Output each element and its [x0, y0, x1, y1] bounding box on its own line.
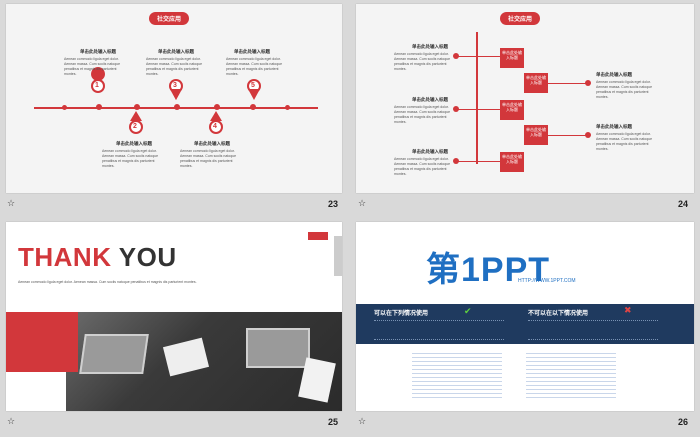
star-icon[interactable]: ☆: [7, 199, 15, 209]
star-icon[interactable]: ☆: [7, 417, 15, 427]
tree-branch: [548, 135, 588, 136]
tree-trunk: [476, 32, 478, 164]
tree-node-dot: [585, 132, 591, 138]
tree-heading: 单击此处输入标题: [596, 124, 632, 129]
thank-you-body: Aenean commodo ligula eget dolor. Aenean…: [18, 280, 197, 284]
timeline-body: Aenean commodo ligula eget dolor. Aenean…: [226, 57, 283, 76]
tree-box: 单击此处输入标题: [500, 48, 524, 68]
tree-branch: [456, 161, 500, 162]
cross-icon: ✖: [624, 305, 632, 315]
check-icon: ✔: [464, 306, 472, 316]
tree-box: 单击此处输入标题: [500, 152, 524, 172]
timeline-heading: 单击此处输入标题: [158, 49, 194, 54]
tree-body: Aenean commodo ligula eget dolor. Aenean…: [394, 157, 451, 176]
tree-node-dot: [585, 80, 591, 86]
cannot-use-lines: [528, 320, 658, 340]
tree-heading: 单击此处输入标题: [412, 97, 448, 102]
you-word: YOU: [118, 242, 177, 272]
can-use-lines: [374, 320, 504, 340]
link-table-left: [412, 350, 502, 398]
notebook-icon: [162, 337, 210, 377]
tree-body: Aenean commodo ligula eget dolor. Aenean…: [596, 132, 653, 151]
tree-branch: [456, 56, 500, 57]
tree-node-dot: [453, 106, 459, 112]
marker-label-3: 3: [173, 82, 177, 89]
grey-block: [334, 236, 342, 276]
laptop-icon: [246, 328, 310, 368]
red-panel: [6, 312, 78, 372]
timeline-body: Aenean commodo ligula eget dolor. Aenean…: [102, 149, 159, 168]
can-use-title: 可以在下列情况使用: [374, 311, 429, 317]
thank-you-title: THANK YOU: [18, 242, 177, 273]
tree-branch: [456, 109, 500, 110]
red-block: [308, 232, 328, 240]
slide-thumbnail-23[interactable]: 社交应用 1 3 5 2 4 单击此处输入标题 Aenean commodo l…: [6, 4, 342, 193]
slide-number: 24: [678, 199, 689, 209]
timeline-heading: 单击此处输入标题: [234, 49, 270, 54]
slide-thumbnail-25[interactable]: THANK YOU Aenean commodo ligula eget dol…: [6, 222, 342, 411]
timeline-body: Aenean commodo ligula eget dolor. Aenean…: [64, 57, 121, 76]
thank-word: THANK: [18, 242, 112, 272]
marker-label-4: 4: [213, 123, 217, 130]
marker-label-2: 2: [133, 123, 137, 130]
timeline-heading: 单击此处输入标题: [80, 49, 116, 54]
tree-node-dot: [453, 53, 459, 59]
usage-banner: 可以在下列情况使用 ✔ 不可以在以下情况使用 ✖: [356, 304, 694, 344]
laptop-photo: [66, 312, 342, 411]
tree-box: 单击此处输入标题: [524, 73, 548, 93]
tree-heading: 单击此处输入标题: [412, 44, 448, 49]
star-icon[interactable]: ☆: [358, 417, 366, 427]
tree-box: 单击此处输入标题: [500, 100, 524, 120]
slide-number: 25: [328, 417, 339, 427]
timeline-body: Aenean commodo ligula eget dolor. Aenean…: [146, 57, 203, 76]
marker-label-5: 5: [251, 82, 255, 89]
timeline-heading: 单击此处输入标题: [116, 141, 152, 146]
slide-thumbnail-24[interactable]: 社交应用 单击此处输入标题 单击此处输入标题 单击此处输入标题 单击此处输入标题…: [356, 4, 694, 193]
logo-url: HTTP://WWW.1PPT.COM: [518, 278, 576, 284]
timeline-heading: 单击此处输入标题: [194, 141, 230, 146]
star-icon[interactable]: ☆: [358, 199, 366, 209]
slide-number: 26: [678, 417, 689, 427]
tree-heading: 单击此处输入标题: [412, 149, 448, 154]
slide-number: 23: [328, 199, 339, 209]
tree-branch: [548, 83, 588, 84]
timeline-markers: [91, 67, 261, 134]
slide-thumbnail-26[interactable]: 第1PPT HTTP://WWW.1PPT.COM 可以在下列情况使用 ✔ 不可…: [356, 222, 694, 411]
laptop-icon: [79, 334, 149, 374]
timeline-body: Aenean commodo ligula eget dolor. Aenean…: [180, 149, 237, 168]
tree-body: Aenean commodo ligula eget dolor. Aenean…: [394, 52, 451, 71]
tree-node-dot: [453, 158, 459, 164]
slide-title-pill: 社交应用: [500, 12, 541, 25]
tree-heading: 单击此处输入标题: [596, 72, 632, 77]
tree-box: 单击此处输入标题: [524, 125, 548, 145]
cannot-use-title: 不可以在以下情况使用: [528, 311, 589, 317]
marker-label-1: 1: [95, 82, 99, 89]
tree-body: Aenean commodo ligula eget dolor. Aenean…: [596, 80, 653, 99]
tree-body: Aenean commodo ligula eget dolor. Aenean…: [394, 105, 451, 124]
link-table-right: [526, 350, 616, 398]
